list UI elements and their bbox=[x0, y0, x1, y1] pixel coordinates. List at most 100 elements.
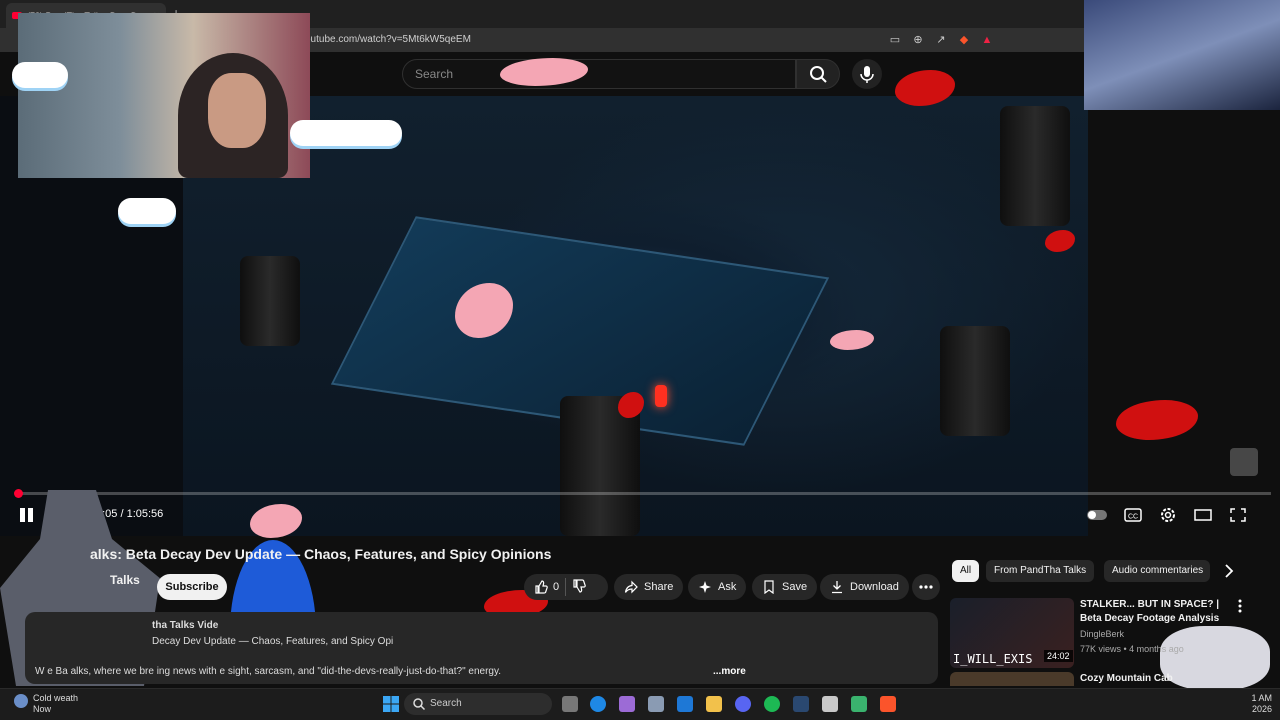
recommendation-menu-button[interactable] bbox=[1234, 598, 1246, 614]
microphone-icon bbox=[860, 66, 874, 83]
save-button[interactable]: Save bbox=[752, 574, 818, 600]
more-actions-button[interactable] bbox=[912, 574, 940, 600]
webcam-face bbox=[208, 73, 266, 148]
copilot-icon[interactable] bbox=[619, 696, 635, 712]
brave-browser-icon[interactable] bbox=[880, 696, 896, 712]
voice-search-button[interactable] bbox=[852, 59, 882, 89]
chip-audio-commentaries[interactable]: Audio commentaries bbox=[1104, 560, 1210, 582]
captions-icon: CC bbox=[1124, 508, 1142, 522]
progress-scrubber[interactable] bbox=[13, 489, 23, 498]
fullscreen-button[interactable] bbox=[1227, 505, 1249, 525]
cloud-decoration bbox=[118, 198, 176, 224]
discord-icon[interactable] bbox=[735, 696, 751, 712]
like-dislike-group: 0 bbox=[524, 574, 608, 600]
search-button[interactable] bbox=[796, 59, 840, 89]
like-count: 0 bbox=[553, 581, 560, 593]
description-title: Decay Dev Update — Chaos, Features, and … bbox=[152, 636, 394, 647]
share-icon bbox=[624, 580, 638, 594]
download-button[interactable]: Download bbox=[820, 574, 909, 600]
thumbs-up-icon bbox=[535, 580, 548, 594]
zoom-icon[interactable]: ⊕ bbox=[911, 33, 925, 47]
search-input[interactable]: Search bbox=[402, 59, 796, 89]
recommendation-title[interactable]: Cozy Mountain Cab bbox=[1080, 673, 1173, 684]
recommendation-thumbnail[interactable] bbox=[950, 672, 1074, 686]
brave-shield-icon[interactable]: ◆ bbox=[957, 33, 971, 47]
video-frame-capacitor bbox=[940, 326, 1010, 436]
recommendation-channel[interactable]: DingleBerk bbox=[1080, 629, 1124, 639]
progress-bar[interactable] bbox=[13, 489, 1271, 498]
autoplay-toggle-icon bbox=[1087, 510, 1107, 520]
recommendation-duration: 24:02 bbox=[1044, 650, 1073, 662]
time-display: 0:05 / 1:05:56 bbox=[96, 508, 164, 520]
search-icon bbox=[810, 66, 827, 83]
download-icon bbox=[832, 581, 842, 594]
share-button[interactable]: Share bbox=[614, 574, 684, 600]
recommendation-title[interactable]: STALKER... BUT IN SPACE? | Beta Decay Fo… bbox=[1080, 598, 1230, 626]
chips-next-button[interactable] bbox=[1220, 562, 1238, 580]
reader-mode-icon[interactable]: ▭ bbox=[888, 33, 902, 47]
description-more-link[interactable]: ...more bbox=[713, 666, 746, 677]
autoplay-toggle[interactable] bbox=[1086, 505, 1108, 525]
video-frame-capacitor bbox=[240, 256, 300, 346]
more-vertical-icon bbox=[1238, 599, 1242, 613]
ask-label: Ask bbox=[718, 581, 737, 593]
sparkle-icon bbox=[699, 581, 711, 593]
chevron-right-icon bbox=[1225, 564, 1234, 578]
channel-name[interactable]: Talks bbox=[110, 573, 140, 587]
notepad-icon[interactable] bbox=[822, 696, 838, 712]
weather-widget[interactable]: Cold weath Now bbox=[33, 693, 78, 715]
cloud-decoration bbox=[290, 120, 402, 146]
taskbar-search-icon bbox=[412, 697, 426, 711]
task-view-icon[interactable] bbox=[562, 696, 578, 712]
game-preview-overlay bbox=[1084, 0, 1280, 110]
settings-button[interactable] bbox=[1157, 505, 1179, 525]
more-horizontal-icon bbox=[919, 585, 933, 589]
chip-from-channel[interactable]: From PandTha Talks bbox=[986, 560, 1095, 582]
overlay-widget-icon[interactable] bbox=[1230, 448, 1258, 476]
cloud-creature-decoration bbox=[1160, 626, 1270, 690]
streamer-webcam-overlay bbox=[18, 13, 310, 178]
taskbar-search[interactable]: Search bbox=[404, 693, 552, 715]
captions-button[interactable]: CC bbox=[1122, 505, 1144, 525]
edge-browser-icon[interactable] bbox=[590, 696, 606, 712]
thumbs-down-icon bbox=[573, 578, 586, 593]
video-title: alks: Beta Decay Dev Update — Chaos, Fea… bbox=[90, 546, 552, 562]
brave-rewards-icon[interactable]: ▲ bbox=[980, 33, 994, 47]
windows-logo-icon bbox=[383, 696, 399, 712]
cloud-decoration bbox=[12, 62, 68, 88]
theater-mode-icon bbox=[1194, 509, 1212, 521]
store-icon[interactable] bbox=[677, 696, 693, 712]
system-clock[interactable]: 1 AM 2026 bbox=[1232, 693, 1272, 715]
ask-button[interactable]: Ask bbox=[688, 574, 747, 600]
bookmark-icon bbox=[764, 580, 774, 594]
recommendation-thumbnail-text: I_WILL_EXIS bbox=[953, 652, 1033, 666]
weather-title: Cold weath bbox=[33, 693, 79, 703]
download-label: Download bbox=[850, 581, 899, 593]
fullscreen-icon bbox=[1230, 508, 1246, 522]
video-frame-capacitor bbox=[1000, 106, 1070, 226]
theater-mode-button[interactable] bbox=[1192, 505, 1214, 525]
subscribe-button[interactable]: Subscribe bbox=[157, 574, 227, 600]
share-page-icon[interactable]: ↗ bbox=[934, 33, 948, 47]
settings-app-icon[interactable] bbox=[648, 696, 664, 712]
gear-icon bbox=[1161, 508, 1175, 522]
like-button[interactable]: 0 bbox=[534, 580, 559, 594]
file-explorer-icon[interactable] bbox=[706, 696, 722, 712]
clock-date: 2026 bbox=[1251, 704, 1272, 714]
description-views: tha Talks Vide bbox=[152, 620, 219, 631]
spotify-icon[interactable] bbox=[764, 696, 780, 712]
chip-all[interactable]: All bbox=[952, 560, 980, 582]
app-icon[interactable] bbox=[851, 696, 867, 712]
save-label: Save bbox=[782, 581, 808, 593]
clock-time: 1 AM bbox=[1251, 693, 1272, 703]
divider bbox=[565, 578, 567, 596]
red-petal-decoration bbox=[1116, 400, 1198, 440]
windows-taskbar bbox=[0, 688, 1280, 720]
pause-button[interactable] bbox=[18, 506, 36, 524]
dislike-button[interactable] bbox=[572, 578, 586, 596]
windows-start-button[interactable] bbox=[382, 695, 400, 713]
steam-icon[interactable] bbox=[793, 696, 809, 712]
weather-icon[interactable] bbox=[14, 694, 28, 708]
recommendation-meta: 77K views • 4 months ago bbox=[1080, 644, 1184, 654]
video-frame-led bbox=[655, 385, 667, 407]
